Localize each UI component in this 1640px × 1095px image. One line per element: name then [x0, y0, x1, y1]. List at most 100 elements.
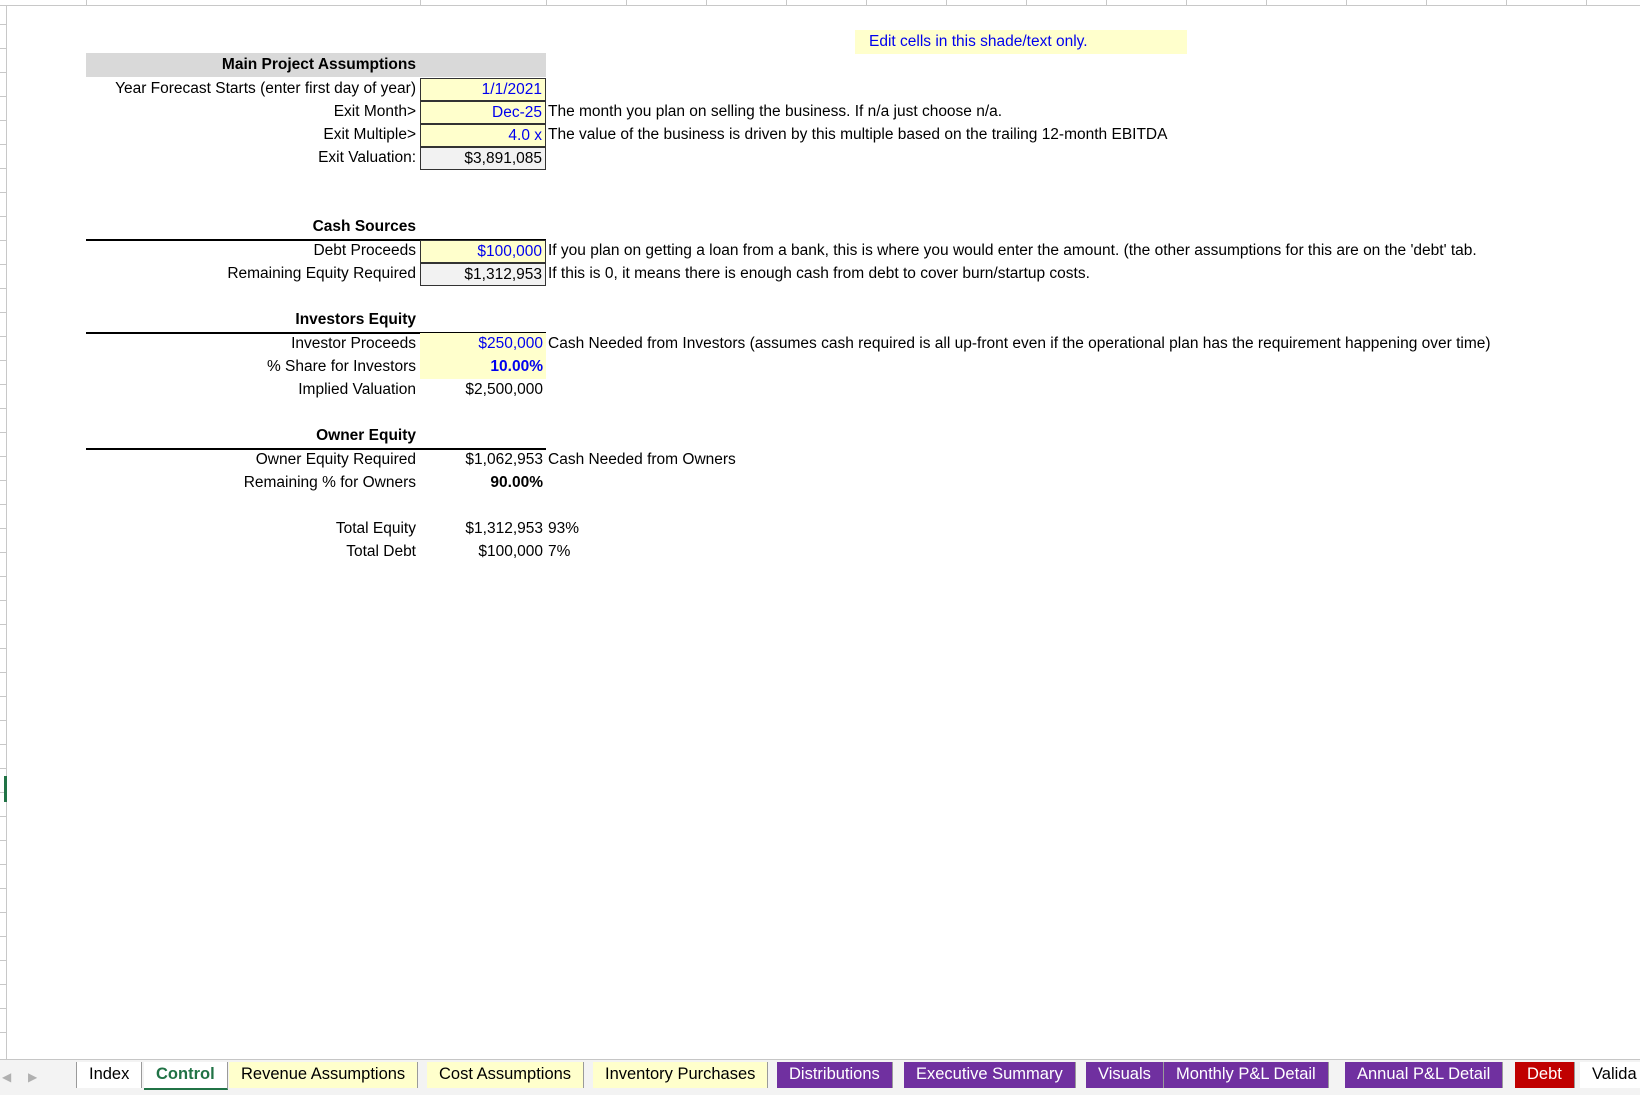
exit-month-input[interactable]: Dec-25	[420, 101, 546, 124]
remaining-equity-note: If this is 0, it means there is enough c…	[548, 265, 1090, 282]
column-divider	[1506, 0, 1507, 6]
row-divider	[0, 984, 7, 985]
row-divider	[0, 912, 7, 913]
tab-control[interactable]: Control	[144, 1062, 228, 1090]
column-divider	[1106, 0, 1107, 6]
forecast-start-input[interactable]: 1/1/2021	[420, 78, 546, 101]
row-divider	[0, 960, 7, 961]
row-divider	[0, 24, 7, 25]
total-equity-value[interactable]: $1,312,953	[420, 518, 546, 541]
row-divider	[0, 48, 7, 49]
exit-valuation-value[interactable]: $3,891,085	[420, 147, 546, 170]
exit-multiple-input[interactable]: 4.0 x	[420, 124, 546, 147]
row-divider	[0, 888, 7, 889]
column-divider	[1346, 0, 1347, 6]
tab-index[interactable]: Index	[76, 1062, 143, 1088]
row-header-bar[interactable]	[0, 6, 7, 1059]
row-divider	[0, 168, 7, 169]
total-equity-percent: 93%	[548, 520, 580, 537]
cash-sources-title: Cash Sources	[312, 218, 416, 235]
exit-multiple-note: The value of the business is driven by t…	[548, 126, 1168, 143]
scroll-right-icon[interactable]: ▶	[28, 1070, 37, 1084]
row-divider	[0, 696, 7, 697]
column-divider	[626, 0, 627, 6]
row-divider	[0, 720, 7, 721]
total-debt-value[interactable]: $100,000	[420, 541, 546, 564]
tab-monthly-pl-detail[interactable]: Monthly P&L Detail	[1164, 1062, 1329, 1088]
row-divider	[0, 576, 7, 577]
row-divider	[0, 96, 7, 97]
owner-share-value[interactable]: 90.00%	[420, 472, 546, 495]
implied-valuation-label: Implied Valuation	[298, 381, 416, 398]
row-divider	[0, 768, 7, 769]
tab-executive-summary[interactable]: Executive Summary	[904, 1062, 1076, 1088]
tab-inventory-purchases[interactable]: Inventory Purchases	[593, 1062, 769, 1088]
owner-equity-title: Owner Equity	[316, 427, 416, 444]
debt-proceeds-label: Debt Proceeds	[313, 242, 416, 259]
exit-month-label: Exit Month>	[333, 103, 416, 120]
investor-proceeds-note: Cash Needed from Investors (assumes cash…	[548, 335, 1491, 352]
row-divider	[0, 336, 7, 337]
tab-cost-assumptions[interactable]: Cost Assumptions	[427, 1062, 585, 1088]
total-debt-label: Total Debt	[346, 543, 416, 560]
owner-equity-required-note: Cash Needed from Owners	[548, 451, 736, 468]
row-divider	[0, 840, 7, 841]
row-divider	[0, 936, 7, 937]
remaining-equity-value[interactable]: $1,312,953	[420, 263, 546, 286]
debt-proceeds-input[interactable]: $100,000	[420, 240, 546, 263]
column-divider	[420, 0, 421, 6]
column-divider	[1026, 0, 1027, 6]
row-divider	[0, 1008, 7, 1009]
scroll-left-icon[interactable]: ◀	[2, 1070, 11, 1084]
row-divider	[0, 192, 7, 193]
selected-row-indicator	[4, 776, 7, 802]
column-divider	[706, 0, 707, 6]
row-divider	[0, 624, 7, 625]
column-header-bar[interactable]	[0, 0, 1640, 6]
tab-visuals[interactable]: Visuals	[1086, 1062, 1164, 1088]
debt-proceeds-note: If you plan on getting a loan from a ban…	[548, 242, 1477, 259]
investor-share-input[interactable]: 10.00%	[420, 356, 546, 379]
owner-share-label: Remaining % for Owners	[243, 474, 416, 491]
column-divider	[86, 0, 87, 6]
remaining-equity-label: Remaining Equity Required	[227, 265, 416, 282]
investors-equity-title: Investors Equity	[295, 311, 416, 328]
row-divider	[0, 144, 7, 145]
tab-valida[interactable]: Valida	[1580, 1062, 1640, 1088]
row-divider	[0, 432, 7, 433]
implied-valuation-value[interactable]: $2,500,000	[420, 379, 546, 402]
exit-month-note: The month you plan on selling the busine…	[548, 103, 1003, 120]
investor-proceeds-input[interactable]: $250,000	[420, 333, 546, 356]
investor-proceeds-label: Investor Proceeds	[291, 335, 416, 352]
row-divider	[0, 456, 7, 457]
investor-share-label: % Share for Investors	[266, 358, 416, 375]
row-divider	[0, 240, 7, 241]
row-divider	[0, 672, 7, 673]
tab-annual-pl-detail[interactable]: Annual P&L Detail	[1345, 1062, 1504, 1088]
row-divider	[0, 264, 7, 265]
tab-debt[interactable]: Debt	[1515, 1062, 1575, 1088]
owner-equity-required-value[interactable]: $1,062,953	[420, 449, 546, 472]
row-divider	[0, 288, 7, 289]
column-divider	[786, 0, 787, 6]
column-divider	[1586, 0, 1587, 6]
tab-distributions[interactable]: Distributions	[777, 1062, 893, 1088]
main-assumptions-title: Main Project Assumptions	[221, 56, 416, 73]
row-divider	[0, 120, 7, 121]
row-divider	[0, 216, 7, 217]
sheet-tab-bar: ◀ ▶ Index Control Revenue Assumptions Co…	[0, 1059, 1640, 1095]
row-divider	[0, 408, 7, 409]
row-divider	[0, 1032, 7, 1033]
row-divider	[0, 72, 7, 73]
column-divider	[546, 0, 547, 6]
tab-revenue-assumptions[interactable]: Revenue Assumptions	[229, 1062, 419, 1088]
row-divider	[0, 816, 7, 817]
column-divider	[1186, 0, 1187, 6]
row-divider	[0, 648, 7, 649]
row-divider	[0, 528, 7, 529]
row-divider	[0, 312, 7, 313]
owner-equity-required-label: Owner Equity Required	[255, 451, 416, 468]
row-divider	[0, 744, 7, 745]
row-divider	[0, 480, 7, 481]
row-divider	[0, 504, 7, 505]
